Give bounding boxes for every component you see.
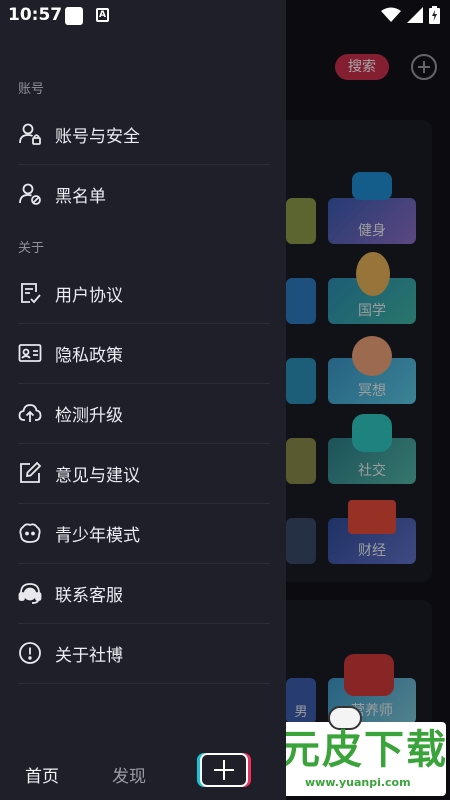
a-square-icon: A [96,8,109,22]
notification-square-icon [65,7,83,25]
cloud-upload-icon [18,404,42,422]
id-card-icon [18,344,42,362]
user-lock-icon [19,123,41,145]
menu-label: 意见与建议 [55,465,140,486]
menu-label: 联系客服 [55,585,123,606]
headset-icon [18,583,42,604]
user-block-icon [19,183,41,205]
menu-item-feedback[interactable]: 意见与建议 [0,444,270,502]
watermark-url: www.yuanpi.com [305,776,411,789]
menu-item-account-security[interactable]: 账号与安全 [0,105,270,163]
wifi-icon [381,7,401,22]
info-icon [19,642,41,664]
menu-label: 隐私政策 [55,345,123,366]
status-bar: 10:57 A [0,0,450,32]
edit-icon [20,461,42,483]
section-label-account: 账号 [18,82,45,97]
teen-face-icon [19,523,41,543]
menu-item-check-update[interactable]: 检测升级 [0,384,270,442]
nav-discover[interactable]: 发现 [112,762,146,787]
nav-home[interactable]: 首页 [25,762,59,787]
status-icons [381,6,440,24]
menu-item-blacklist[interactable]: 黑名单 [0,165,270,223]
watermark-title: 元皮下载 [280,726,448,773]
menu-label: 检测升级 [55,405,123,426]
menu-item-teen-mode[interactable]: 青少年模式 [0,504,270,562]
battery-icon [429,6,440,24]
menu-item-user-agreement[interactable]: 用户协议 [0,264,270,322]
menu-item-customer-service[interactable]: 联系客服 [0,564,270,622]
document-check-icon [21,283,41,304]
section-label-about: 关于 [18,241,45,256]
menu-label: 黑名单 [55,186,106,207]
menu-label: 青少年模式 [55,525,140,546]
menu-item-about[interactable]: 关于社博 [0,624,270,682]
divider [18,683,270,684]
status-time: 10:57 [8,5,63,25]
menu-label: 账号与安全 [55,126,140,147]
signal-icon [407,7,423,23]
bottom-nav: 首页 发现 [0,744,286,800]
menu-item-privacy-policy[interactable]: 隐私政策 [0,324,270,382]
menu-label: 用户协议 [55,285,123,306]
menu-label: 关于社博 [55,645,123,666]
side-drawer: 账号 账号与安全 黑名单 关于 用户协议 隐私政策 检测升级 意见与建议 青少年… [0,0,286,800]
plus-icon[interactable] [200,753,248,787]
